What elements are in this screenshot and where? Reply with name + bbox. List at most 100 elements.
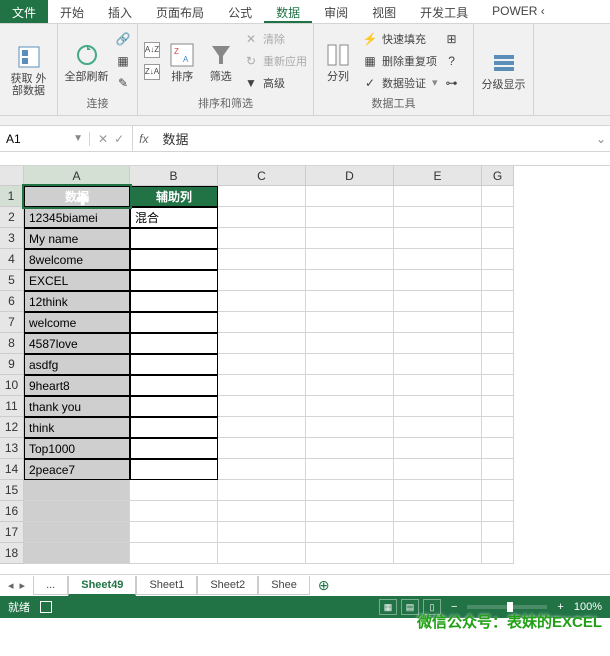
cell[interactable] (218, 270, 306, 291)
cell[interactable] (394, 333, 482, 354)
cell[interactable] (394, 375, 482, 396)
cell[interactable] (130, 249, 218, 270)
cell[interactable] (218, 312, 306, 333)
cell[interactable]: My name (24, 228, 130, 249)
column-header-C[interactable]: C (218, 166, 306, 186)
cell[interactable]: asdfg (24, 354, 130, 375)
row-header-3[interactable]: 3 (0, 228, 24, 249)
row-header-13[interactable]: 13 (0, 438, 24, 459)
formula-input[interactable]: 数据 (154, 129, 592, 148)
zoom-slider[interactable] (467, 605, 547, 609)
tab-formula[interactable]: 公式 (216, 0, 264, 23)
cell[interactable] (306, 375, 394, 396)
cell[interactable]: EXCEL (24, 270, 130, 291)
cell[interactable] (130, 480, 218, 501)
cells-area[interactable]: 数据辅助列12345biamei混合My name8welcomeEXCEL12… (24, 186, 514, 564)
cell[interactable] (306, 249, 394, 270)
get-external-data-button[interactable]: 获取 外部数据 (6, 36, 51, 102)
cell[interactable] (306, 207, 394, 228)
column-header-A[interactable]: A (24, 166, 130, 186)
cancel-icon[interactable]: ✕ (98, 132, 108, 146)
cell[interactable] (482, 354, 514, 375)
cell[interactable]: thank you (24, 396, 130, 417)
flash-fill-item[interactable]: ⚡快速填充 (362, 29, 438, 49)
cell[interactable] (130, 459, 218, 480)
new-sheet-button[interactable]: ⊕ (310, 577, 338, 594)
macro-record-icon[interactable] (40, 601, 52, 613)
cell[interactable] (218, 501, 306, 522)
tab-file[interactable]: 文件 (0, 0, 48, 23)
row-header-8[interactable]: 8 (0, 333, 24, 354)
cell[interactable] (306, 522, 394, 543)
cell[interactable] (130, 438, 218, 459)
row-header-2[interactable]: 2 (0, 207, 24, 228)
cell[interactable] (306, 543, 394, 564)
column-header-D[interactable]: D (306, 166, 394, 186)
cell[interactable]: 9heart8 (24, 375, 130, 396)
row-header-14[interactable]: 14 (0, 459, 24, 480)
cell[interactable] (24, 522, 130, 543)
sheet-tab-sheet1[interactable]: Sheet1 (136, 576, 197, 595)
filter-button[interactable]: 筛选 (205, 28, 238, 94)
cell[interactable]: 数据 (24, 186, 130, 207)
cell[interactable] (218, 375, 306, 396)
fx-icon[interactable]: fx (133, 132, 154, 146)
cell[interactable] (218, 333, 306, 354)
name-box[interactable]: A1 ▼ (0, 132, 90, 146)
cell[interactable] (218, 459, 306, 480)
data-validation-item[interactable]: ✓数据验证▾ (362, 73, 438, 93)
relationships-item[interactable]: ⊶ (444, 73, 460, 93)
cell[interactable] (130, 501, 218, 522)
cell[interactable] (130, 270, 218, 291)
cell[interactable] (218, 543, 306, 564)
cell[interactable] (394, 207, 482, 228)
cell[interactable] (394, 270, 482, 291)
cell[interactable] (24, 501, 130, 522)
cell[interactable] (130, 396, 218, 417)
edit-links-item[interactable]: ✎ (115, 73, 131, 93)
row-header-15[interactable]: 15 (0, 480, 24, 501)
cell[interactable] (394, 291, 482, 312)
column-header-G[interactable]: G (482, 166, 514, 186)
view-normal-button[interactable]: ▦ (379, 599, 397, 615)
cell[interactable] (306, 291, 394, 312)
cell[interactable] (306, 396, 394, 417)
cell[interactable] (482, 396, 514, 417)
cell[interactable] (482, 291, 514, 312)
cell[interactable] (482, 333, 514, 354)
cell[interactable] (482, 480, 514, 501)
sort-za-button[interactable]: Z↓A (144, 62, 160, 82)
row-header-11[interactable]: 11 (0, 396, 24, 417)
cell[interactable] (130, 312, 218, 333)
cell[interactable] (306, 270, 394, 291)
cell[interactable] (482, 375, 514, 396)
row-header-5[interactable]: 5 (0, 270, 24, 291)
cell[interactable]: 8welcome (24, 249, 130, 270)
tab-insert[interactable]: 插入 (96, 0, 144, 23)
cell[interactable] (306, 186, 394, 207)
outline-button[interactable]: 分级显示 (480, 36, 527, 102)
cell[interactable] (306, 459, 394, 480)
sheet-tab-sheet2[interactable]: Sheet2 (197, 576, 258, 595)
cell[interactable] (218, 417, 306, 438)
cell[interactable] (482, 249, 514, 270)
sheet-nav-first[interactable]: ◂ (6, 579, 16, 592)
cell[interactable] (482, 186, 514, 207)
cell[interactable] (482, 543, 514, 564)
cell[interactable] (218, 396, 306, 417)
sheet-tab-more[interactable]: ... (33, 576, 68, 595)
cell[interactable] (394, 249, 482, 270)
column-header-E[interactable]: E (394, 166, 482, 186)
remove-duplicates-item[interactable]: ▦删除重复项 (362, 51, 438, 71)
cell[interactable] (482, 207, 514, 228)
tab-layout[interactable]: 页面布局 (144, 0, 216, 23)
cell[interactable] (218, 207, 306, 228)
cell[interactable] (306, 438, 394, 459)
expand-formula-icon[interactable]: ⌄ (592, 132, 610, 146)
row-header-4[interactable]: 4 (0, 249, 24, 270)
cell[interactable] (24, 480, 130, 501)
cell[interactable] (24, 543, 130, 564)
tab-review[interactable]: 审阅 (312, 0, 360, 23)
cell[interactable] (306, 312, 394, 333)
properties-item[interactable]: ▦ (115, 51, 131, 71)
